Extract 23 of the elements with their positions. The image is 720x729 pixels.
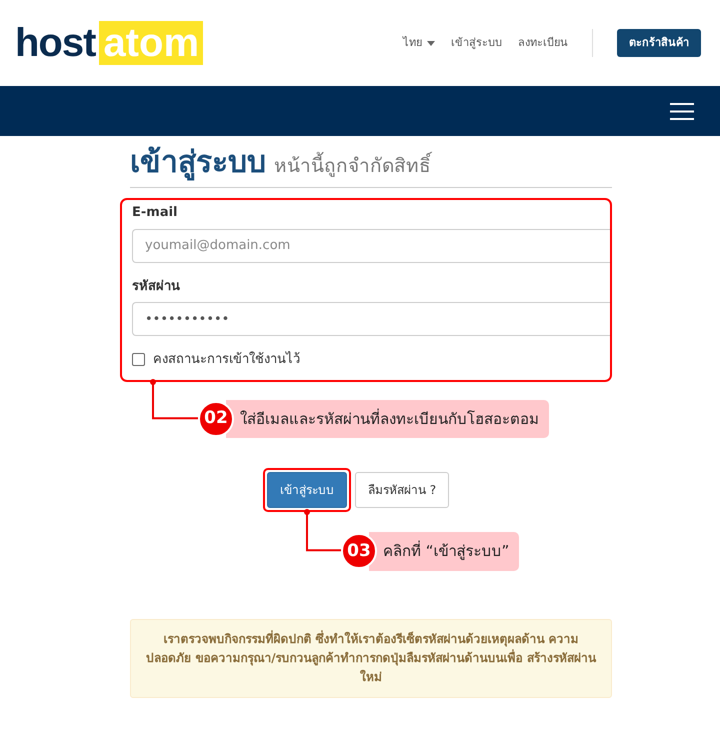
nav-link[interactable]: เข้าสู่ระบบ (451, 34, 502, 52)
input-field[interactable]: ••••••••••• (132, 302, 610, 336)
input-field[interactable]: youmail@domain.com (132, 228, 610, 262)
warning-alert: เราตรวจพบกิจกรรมที่ผิดปกติ ซึ่งทำให้เราต้องรีเซ็ตรหัสผ่านด้วยเหตุผลด้าน ความปลอดภัย ขอความกรุณา/รบกวนลูกค้าทำการกดปุ่มลืมรหัสผ่านด้านบนเพื่อ สร้างรหัสผ่านใหม่ (130, 618, 612, 698)
leader-line (150, 378, 199, 420)
field-label: รหัสผ่าน (132, 278, 181, 296)
menu-icon[interactable] (670, 102, 694, 120)
nav-link[interactable]: ลงทะเบียน (518, 34, 568, 52)
caret-icon (427, 40, 435, 46)
step-number-badge: 02 (198, 400, 234, 437)
remember-checkbox[interactable] (132, 353, 145, 366)
checkbox-label: คงสถานะการเข้าใช้งานไว้ (153, 350, 300, 369)
login-button[interactable]: เข้าสู่ระบบ (266, 472, 347, 508)
callout-text: ใส่อีเมลและรหัสผ่านที่ลงทะเบียนกับโฮสอะตอม (226, 400, 549, 438)
language-dropdown[interactable]: ไทย (403, 34, 435, 52)
field-label: E-mail (132, 204, 179, 222)
forgot-password-button[interactable]: ลืมรหัสผ่าน ? (354, 472, 450, 508)
cart-button[interactable]: ตะกร้าสินค้า (617, 28, 701, 58)
step-number-badge: 03 (341, 533, 377, 570)
callout-text: คลิกที่ “เข้าสู่ระบบ” (369, 532, 520, 570)
leader-line (304, 509, 342, 552)
page-subtitle: หน้านี้ถูกจำกัดสิทธิ์ (274, 152, 431, 180)
page-title: เข้าสู่ระบบ (130, 144, 266, 182)
